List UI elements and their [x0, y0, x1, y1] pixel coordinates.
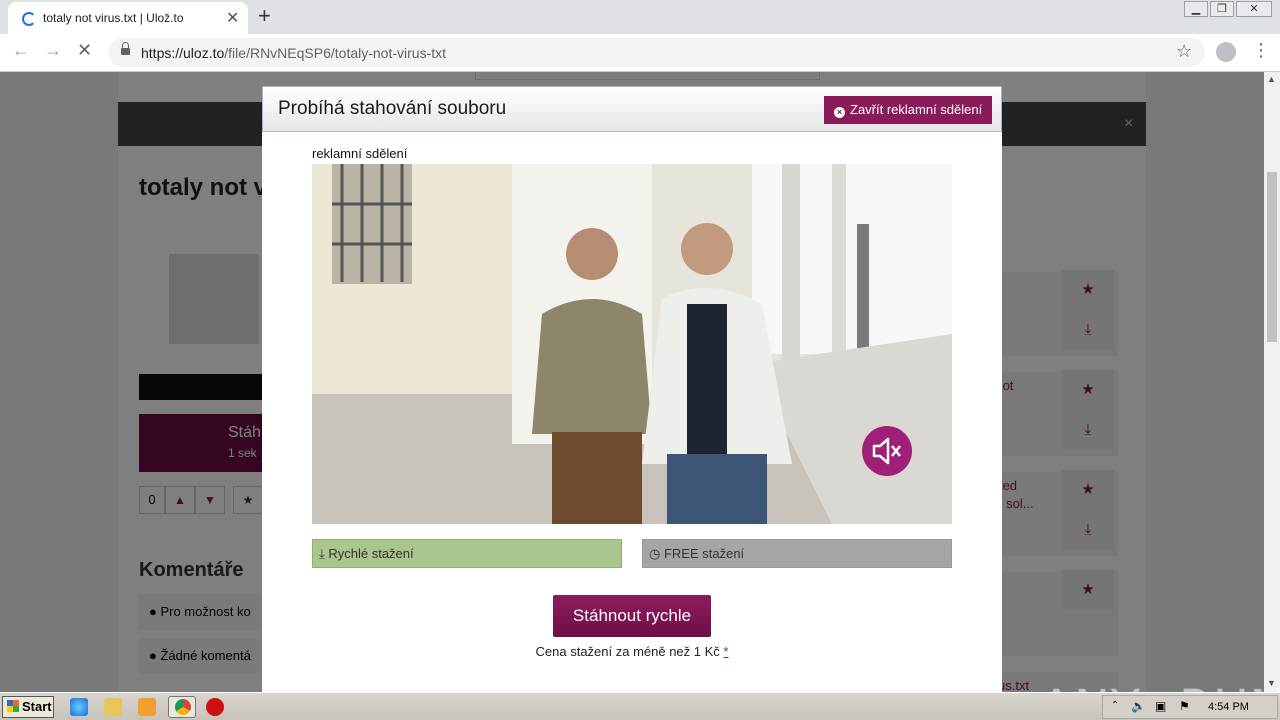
- price-note: Cena stažení za méně než 1 Kč *: [262, 644, 1002, 659]
- chrome-icon: [175, 699, 191, 715]
- network-icon[interactable]: ▣: [1155, 699, 1166, 713]
- price-asterisk-link[interactable]: *: [723, 644, 728, 659]
- url-text: https://uloz.to/file/RNvNEqSP6/totaly-no…: [141, 45, 446, 61]
- volume-icon[interactable]: 🔈: [1131, 699, 1146, 713]
- windows-flag-icon: [7, 700, 19, 712]
- chrome-taskbar-button[interactable]: [168, 696, 196, 718]
- explorer-folder-icon[interactable]: [104, 698, 122, 716]
- scroll-thumb[interactable]: [1267, 172, 1277, 342]
- tab-free-label: FREE stažení: [663, 546, 745, 561]
- close-ad-button[interactable]: × Zavřít reklamní sdělení: [824, 96, 993, 124]
- stop-icon[interactable]: ✕: [77, 40, 92, 61]
- scroll-up-icon[interactable]: ▲: [1267, 74, 1276, 84]
- ad-video[interactable]: [312, 164, 952, 524]
- opera-icon[interactable]: [206, 698, 224, 716]
- start-label: Start: [22, 699, 52, 714]
- minimize-icon[interactable]: ▁: [1184, 1, 1208, 17]
- taskbar-clock: 4:54 PM: [1208, 701, 1249, 713]
- ie-icon[interactable]: [70, 698, 88, 716]
- windows-taskbar: Start ⌃ 🔈 ▣ ⚑ 4:54 PM: [0, 692, 1280, 720]
- profile-avatar-icon[interactable]: [1216, 42, 1236, 62]
- start-button[interactable]: Start: [2, 696, 54, 718]
- tab-fast-label: Rychlé stažení: [328, 546, 414, 561]
- forward-icon[interactable]: →: [44, 40, 62, 61]
- address-bar[interactable]: https://uloz.to/file/RNvNEqSP6/totaly-no…: [108, 38, 1205, 67]
- tab-title: totaly not virus.txt | Ulož.to: [43, 11, 184, 25]
- tab-fast-download[interactable]: ⤓ Rychlé stažení: [312, 539, 622, 568]
- menu-kebab-icon[interactable]: ⋮: [1252, 40, 1270, 61]
- browser-titlebar: totaly not virus.txt | Ulož.to ✕ + ▁ ❐ ✕: [0, 0, 1280, 34]
- media-player-icon[interactable]: [138, 698, 156, 716]
- mute-speaker-icon: [872, 437, 901, 465]
- page-viewport: × totaly not v Stáh 1 sek 0 ▲ ▼ ★ Koment…: [0, 72, 1280, 692]
- mute-button[interactable]: [862, 426, 912, 476]
- browser-toolbar: ← → ✕ https://uloz.to/file/RNvNEqSP6/tot…: [0, 34, 1280, 72]
- anyrun-watermark: ANY▷RUN: [1040, 680, 1280, 692]
- flag-icon[interactable]: ⚑: [1179, 699, 1190, 713]
- lock-icon: [121, 42, 130, 57]
- tray-expand-icon[interactable]: ⌃: [1111, 700, 1119, 711]
- ad-label: reklamní sdělení: [312, 146, 408, 161]
- restore-icon[interactable]: ❐: [1210, 1, 1234, 17]
- clock-icon: ◷: [649, 546, 664, 561]
- modal-title: Probíhá stahování souboru: [278, 98, 507, 119]
- url-path: /file/RNvNEqSP6/totaly-not-virus-txt: [224, 45, 447, 61]
- page-scrollbar[interactable]: ▲ ▼: [1264, 72, 1280, 692]
- ad-video-frame: [312, 164, 952, 524]
- loading-spinner-icon: [22, 12, 36, 26]
- close-circle-icon: ×: [834, 107, 845, 118]
- price-note-text: Cena stažení za méně než 1 Kč: [535, 644, 720, 659]
- close-ad-label: Zavřít reklamní sdělení: [850, 102, 983, 117]
- download-fast-button[interactable]: Stáhnout rychle: [553, 595, 711, 637]
- back-icon[interactable]: ←: [12, 40, 30, 61]
- download-modal: Probíhá stahování souboru × Zavřít reklam…: [262, 86, 1002, 692]
- window-close-icon[interactable]: ✕: [1236, 1, 1272, 17]
- download-icon: ⤓: [319, 546, 329, 561]
- system-tray: ⌃ 🔈 ▣ ⚑: [1102, 695, 1278, 719]
- bookmark-star-icon[interactable]: ☆: [1176, 41, 1192, 62]
- tab-close-icon[interactable]: ✕: [226, 8, 239, 28]
- tab-free-download[interactable]: ◷ FREE stažení: [642, 539, 952, 568]
- modal-header: Probíhá stahování souboru × Zavřít reklam…: [262, 86, 1002, 132]
- browser-tab[interactable]: totaly not virus.txt | Ulož.to ✕: [8, 2, 248, 34]
- new-tab-icon[interactable]: +: [258, 3, 271, 29]
- url-host: https://uloz.to: [141, 45, 225, 61]
